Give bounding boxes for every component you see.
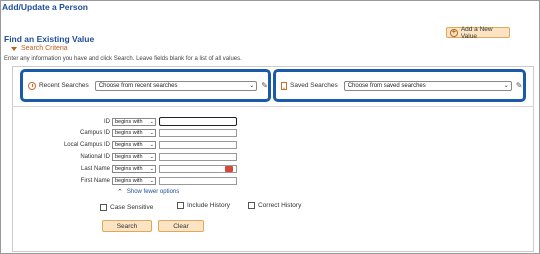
first-name-label: First Name — [80, 177, 110, 184]
field-row-campus-id: Campus ID begins with ⌄ — [0, 128, 540, 137]
add-new-value-button[interactable]: + Add a New Value — [446, 25, 510, 40]
saved-searches-value: Choose from saved searches — [347, 82, 426, 89]
recent-searches-panel: Recent Searches Choose from recent searc… — [20, 69, 271, 102]
local-campus-id-input[interactable] — [159, 140, 237, 149]
include-history-label: Include History — [187, 202, 230, 209]
clear-button[interactable]: Clear — [158, 220, 204, 232]
id-input[interactable] — [159, 117, 237, 126]
correct-history-label: Correct History — [258, 202, 302, 209]
saved-searches-panel: Saved Searches Choose from saved searche… — [273, 69, 526, 102]
chevron-down-icon: ⌄ — [149, 141, 154, 148]
chevron-down-icon: ⌄ — [149, 153, 154, 160]
campus-id-operator-value: begins with — [115, 129, 143, 136]
correct-history-checkbox[interactable]: Correct History — [248, 202, 301, 209]
last-name-operator-select[interactable]: begins with ⌄ — [112, 164, 156, 173]
local-campus-id-operator-value: begins with — [115, 141, 143, 148]
include-history-checkbox[interactable]: Include History — [177, 202, 230, 209]
local-campus-id-label: Local Campus ID — [63, 141, 110, 148]
checkbox-box[interactable] — [100, 204, 107, 211]
chevron-down-icon: ⌄ — [503, 83, 509, 89]
field-row-id: ID begins with ⌄ — [0, 117, 540, 126]
show-fewer-options-link[interactable]: ⌃ Show fewer options — [117, 188, 179, 196]
first-name-operator-select[interactable]: begins with ⌄ — [112, 176, 156, 185]
campus-id-input[interactable] — [159, 128, 237, 137]
id-operator-select[interactable]: begins with ⌄ — [112, 117, 156, 126]
chevron-down-icon: ⌄ — [149, 177, 154, 184]
saved-searches-dropdown[interactable]: Choose from saved searches ⌄ — [343, 80, 512, 91]
field-row-local-campus-id: Local Campus ID begins with ⌄ — [0, 140, 540, 149]
case-sensitive-label: Case Sensitive — [110, 204, 154, 211]
pencil-icon[interactable]: ✎ — [516, 81, 523, 90]
instructions-text: Enter any information you have and click… — [4, 56, 242, 62]
add-new-value-label: Add a New Value — [460, 25, 493, 40]
local-campus-id-operator-select[interactable]: begins with ⌄ — [112, 140, 156, 149]
field-row-last-name: Last Name begins with ⌄ — [0, 164, 540, 173]
chevron-down-icon: ⌄ — [149, 129, 154, 136]
first-name-input[interactable] — [159, 176, 237, 185]
last-name-operator-value: begins with — [115, 165, 143, 172]
bookmark-icon — [281, 81, 287, 90]
show-fewer-label: Show fewer options — [126, 189, 180, 195]
case-sensitive-checkbox[interactable]: Case Sensitive — [100, 204, 153, 211]
last-name-label: Last Name — [80, 165, 110, 172]
campus-id-label: Campus ID — [79, 129, 110, 136]
id-operator-value: begins with — [115, 118, 143, 125]
national-id-operator-select[interactable]: begins with ⌄ — [112, 152, 156, 161]
clock-icon — [28, 81, 36, 90]
national-id-operator-value: begins with — [115, 153, 143, 160]
checkbox-box[interactable] — [248, 202, 255, 209]
search-criteria-label: Search Criteria — [21, 45, 68, 52]
page-title: Add/Update a Person — [2, 2, 88, 12]
chevron-down-icon: ⌄ — [249, 83, 255, 89]
chevron-down-icon: ⌄ — [149, 118, 154, 125]
search-criteria-toggle[interactable]: Search Criteria — [11, 45, 68, 52]
recent-searches-value: Choose from recent searches — [98, 82, 178, 89]
campus-id-operator-select[interactable]: begins with ⌄ — [112, 128, 156, 137]
checkbox-box[interactable] — [177, 202, 184, 209]
collapse-triangle-icon — [11, 46, 17, 51]
national-id-input[interactable] — [159, 152, 237, 161]
search-button[interactable]: Search — [102, 220, 152, 232]
first-name-operator-value: begins with — [115, 177, 143, 184]
chevron-down-icon: ⌄ — [149, 165, 154, 172]
recent-searches-dropdown[interactable]: Choose from recent searches ⌄ — [94, 80, 258, 91]
chevron-up-icon: ⌃ — [117, 189, 123, 196]
national-id-label: National ID — [80, 153, 110, 160]
section-divider — [12, 106, 534, 107]
id-label: ID — [104, 118, 110, 125]
calendar-icon[interactable] — [225, 165, 233, 172]
saved-searches-label: Saved Searches — [290, 82, 338, 89]
pencil-icon[interactable]: ✎ — [261, 81, 268, 90]
field-row-national-id: National ID begins with ⌄ — [0, 152, 540, 161]
find-existing-title: Find an Existing Value — [4, 34, 95, 44]
plus-circle-icon: + — [450, 28, 458, 37]
recent-searches-label: Recent Searches — [38, 82, 89, 89]
field-row-first-name: First Name begins with ⌄ — [0, 176, 540, 185]
